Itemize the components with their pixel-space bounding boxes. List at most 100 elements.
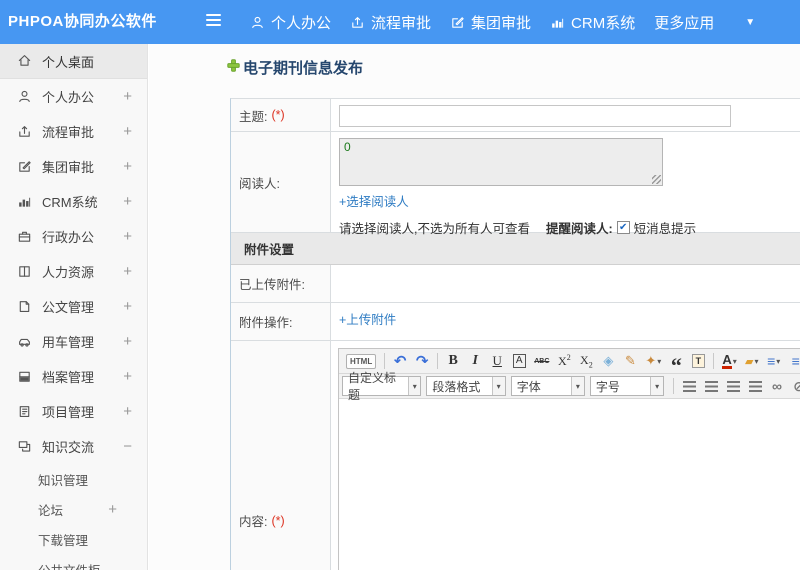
readers-textarea[interactable]: 0 [339,138,663,186]
paragraph-format-select-label: 段落格式 [432,379,481,394]
custom-heading-select[interactable]: 自定义标题 ▾ [342,371,422,402]
editor-content-area[interactable] [339,399,800,570]
sidebar-item-personal-office[interactable]: 个人办公 + [0,79,147,114]
chevron-down-icon[interactable]: ▼ [745,17,755,28]
nav-item-personal-office[interactable]: 个人办公 [250,12,331,33]
custom-heading-select-label: 自定义标题 [348,371,397,402]
menu-toggle-icon[interactable] [206,14,224,30]
user-icon [250,15,265,30]
link-button[interactable]: ∞ [767,376,787,397]
sidebar-item-personal-desktop[interactable]: 个人桌面 [0,44,147,79]
editor-toolbar-row2: 自定义标题 ▾ 段落格式 ▾ 字体 ▾ 字号 ▾ ∞ ⊘ [339,371,800,402]
bold-button[interactable]: B [443,351,463,372]
subscript-button[interactable]: X2 [576,351,596,372]
expand-icon[interactable]: + [108,501,117,518]
sidebar-item-admin-office[interactable]: 行政办公 + [0,219,147,254]
app-window: PHPOA协同办公软件 个人办公 流程审批 集团审批 CRM系统 更多应用 ▼ 个人桌面个… [0,0,800,570]
font-family-select[interactable]: 字体 ▾ [510,376,585,396]
sidebar-item-label: 行政办公 [42,230,95,245]
expand-icon[interactable]: + [123,263,132,280]
content-row: 内容: (*) HTML ↶ ↷ B I U A ABC X2 X2 ◈ ✎ ✦ ▾ “T A ▾ ▰ ▾ ≡ ▾ ≡ 自定… [231,341,800,570]
font-size-select[interactable]: 字号 ▾ [589,376,665,396]
redo-button[interactable]: ↷ [412,351,432,372]
unlink-button[interactable]: ⊘ [789,376,800,397]
process-icon [17,124,33,140]
attachment-action-label: 附件操作: [231,303,331,340]
font-color-button[interactable]: A ▾ [719,351,739,372]
collapse-icon[interactable]: − [123,438,132,455]
rich-text-editor: HTML ↶ ↷ B I U A ABC X2 X2 ◈ ✎ ✦ ▾ “T A ▾ ▰ ▾ ≡ ▾ ≡ 自定义标题 ▾ 段落格… [338,348,800,570]
car-icon [17,334,33,350]
nav-item-group-approval[interactable]: 集团审批 [450,12,531,33]
expand-icon[interactable]: + [123,298,132,315]
uploaded-attachment-value [331,265,800,302]
chart-icon [17,194,33,210]
boxed-a-button[interactable]: A [509,351,529,372]
align-center-button[interactable] [701,376,721,397]
resize-grip[interactable] [652,175,661,184]
nav-item-label: 集团审批 [471,14,532,32]
sidebar-item-label: 流程审批 [42,125,95,140]
project-icon [17,404,33,420]
underline-button[interactable]: U [487,351,507,372]
sidebar-item-project-mgmt[interactable]: 项目管理 + [0,394,147,429]
nav-item-label: 更多应用 [654,14,715,32]
italic-button[interactable]: I [465,351,485,372]
user-icon [17,89,33,105]
chat-icon [17,439,33,455]
subject-value-cell [331,99,800,131]
sidebar-subitem-download-mgmt[interactable]: 下载管理 [0,524,147,554]
nav-item-crm-system[interactable]: CRM系统 [550,12,635,33]
highlight-button[interactable]: ▰ ▾ [742,351,762,372]
nav-item-workflow-approval[interactable]: 流程审批 [350,12,431,33]
sidebar-subitem-label: 公共文件柜 [38,560,101,570]
expand-icon[interactable]: + [123,193,132,210]
expand-icon[interactable]: + [123,158,132,175]
sidebar-subitem-knowledge-mgmt[interactable]: 知识管理 [0,464,147,494]
ordered-list-button[interactable]: ≡ ▾ [764,351,784,372]
paragraph-format-select[interactable]: 段落格式 ▾ [426,376,506,396]
toolbar-separator [384,353,386,369]
sidebar-item-knowledge-exchange[interactable]: 知识交流 − [0,429,147,464]
expand-icon[interactable]: + [123,88,132,105]
sidebar-subitem-forum[interactable]: 论坛 + [0,494,147,524]
sidebar-item-crm-system[interactable]: CRM系统 + [0,184,147,219]
sms-checkbox[interactable]: ✔ [616,221,630,234]
nav-item-more-apps[interactable]: 更多应用 [654,12,714,33]
expand-icon[interactable]: + [123,403,132,420]
page-title: 电子期刊信息发布 [227,57,363,78]
unordered-list-button[interactable]: ≡ [786,351,800,372]
align-left-button[interactable] [679,376,699,397]
expand-icon[interactable]: + [123,333,132,350]
format-brush-button[interactable]: ✎ [620,351,640,372]
subject-input[interactable] [339,105,731,127]
edit-icon [450,15,465,30]
align-right-button[interactable] [723,376,743,397]
superscript-button[interactable]: X2 [554,351,574,372]
sidebar-item-vehicle-mgmt[interactable]: 用车管理 + [0,324,147,359]
sidebar-item-label: 项目管理 [42,405,95,420]
expand-icon[interactable]: + [123,123,132,140]
sidebar-item-group-approval[interactable]: 集团审批 + [0,149,147,184]
sidebar-subitem-label: 下载管理 [38,533,89,548]
quote-button[interactable]: “ [666,351,686,377]
top-header: PHPOA协同办公软件 个人办公 流程审批 集团审批 CRM系统 更多应用 ▼ [0,0,800,44]
paste-as-text-button[interactable]: T [688,351,708,372]
sidebar-item-human-resources[interactable]: 人力资源 + [0,254,147,289]
expand-icon[interactable]: + [123,228,132,245]
sidebar-item-document-mgmt[interactable]: 公文管理 + [0,289,147,324]
attachment-action-row: 附件操作: +上传附件 [231,303,800,341]
sidebar-item-label: 人力资源 [42,265,95,280]
auto-format-button[interactable]: ✦ ▾ [642,351,664,372]
home-icon [17,53,33,69]
eraser-button[interactable]: ◈ [598,351,618,372]
sidebar-item-workflow-approval[interactable]: 流程审批 + [0,114,147,149]
strikethrough-button[interactable]: ABC [531,351,552,372]
sidebar-item-archive-mgmt[interactable]: 档案管理 + [0,359,147,394]
sidebar-subitem-public-file-cabinet[interactable]: 公共文件柜 [0,554,147,570]
select-readers-link[interactable]: +选择阅读人 [339,191,409,210]
align-justify-button[interactable] [745,376,765,397]
readers-value-cell: 0 +选择阅读人 请选择阅读人,不选为所有人可查看 提醒阅读人: ✔ 短消息提示 [331,132,800,236]
expand-icon[interactable]: + [123,368,132,385]
upload-attachment-link[interactable]: +上传附件 [339,309,396,328]
